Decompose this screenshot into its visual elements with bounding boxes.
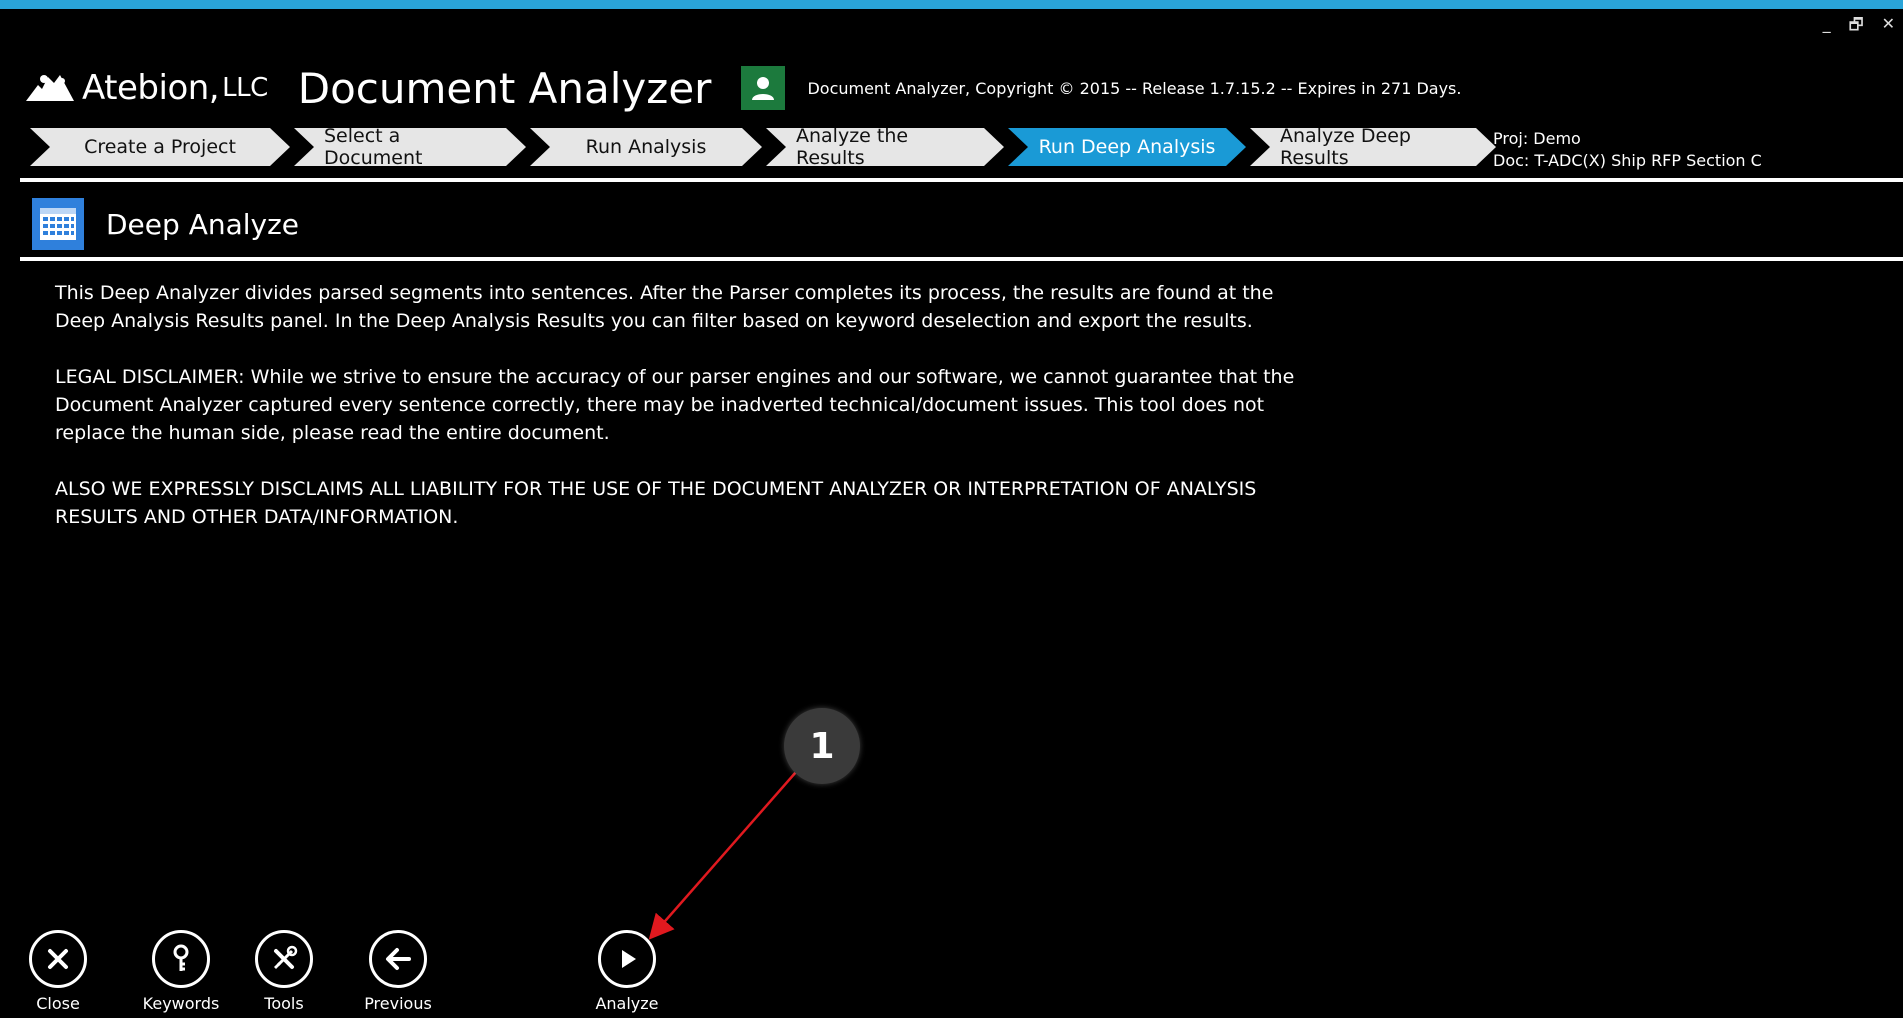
user-icon[interactable] [741, 66, 786, 110]
step-run-deep-analysis[interactable]: Run Deep Analysis [1008, 128, 1246, 166]
window-controls: _ 🗗 ✕ [1823, 14, 1895, 41]
close-icon [29, 930, 87, 988]
minimize-button[interactable]: _ [1823, 14, 1831, 41]
play-icon [598, 930, 656, 988]
copyright-text: Document Analyzer, Copyright © 2015 -- R… [807, 78, 1462, 98]
panel-content: This Deep Analyzer divides parsed segmen… [55, 279, 1315, 559]
analyze-label: Analyze [595, 994, 659, 1013]
panel-title: Deep Analyze [106, 207, 300, 241]
user-silhouette-icon [752, 77, 775, 100]
previous-button[interactable]: Previous [358, 930, 438, 1013]
tools-label: Tools [264, 994, 304, 1013]
close-window-button[interactable]: ✕ [1882, 14, 1895, 41]
logo-suffix: LLC [222, 73, 268, 103]
calendar-grid-icon [32, 198, 84, 250]
tools-button[interactable]: Tools [244, 930, 324, 1013]
wizard-steps: Create a Project Select a Document Run A… [30, 128, 1500, 166]
app-header: Atebion, LLC Document Analyzer Document … [24, 62, 1461, 114]
close-button[interactable]: Close [18, 930, 98, 1013]
top-accent-line [0, 0, 1903, 9]
header-divider [20, 178, 1903, 182]
document-name: Doc: T-ADC(X) Ship RFP Section C [1493, 151, 1762, 170]
restore-button[interactable]: 🗗 [1849, 14, 1864, 41]
step-analyze-results[interactable]: Analyze the Results [766, 128, 1004, 166]
step-select-document[interactable]: Select a Document [294, 128, 526, 166]
close-label: Close [36, 994, 80, 1013]
project-info: Proj: Demo Doc: T-ADC(X) Ship RFP Sectio… [1493, 128, 1762, 172]
panel-divider [20, 257, 1903, 261]
step-create-project[interactable]: Create a Project [30, 128, 290, 166]
keywords-button[interactable]: Keywords [141, 930, 221, 1013]
tools-icon [255, 930, 313, 988]
step-analyze-deep-results[interactable]: Analyze Deep Results [1250, 128, 1496, 166]
description-paragraph: This Deep Analyzer divides parsed segmen… [55, 282, 1274, 332]
puzzle-logo-icon [26, 75, 74, 101]
keywords-label: Keywords [142, 994, 220, 1013]
key-icon [152, 930, 210, 988]
step-callout-badge: 1 [784, 708, 860, 784]
liability-paragraph: ALSO WE EXPRESSLY DISCLAIMS ALL LIABILIT… [55, 478, 1257, 528]
app-title: Document Analyzer [297, 63, 712, 113]
step-run-analysis[interactable]: Run Analysis [530, 128, 762, 166]
project-name: Proj: Demo [1493, 129, 1581, 148]
previous-label: Previous [364, 994, 432, 1013]
analyze-button[interactable]: Analyze [587, 930, 667, 1013]
legal-disclaimer-paragraph: LEGAL DISCLAIMER: While we strive to ens… [55, 366, 1295, 444]
arrow-left-icon [369, 930, 427, 988]
panel-header: Deep Analyze [32, 198, 299, 250]
atebion-logo: Atebion, LLC [24, 68, 268, 108]
logo-text: Atebion, [82, 68, 220, 108]
